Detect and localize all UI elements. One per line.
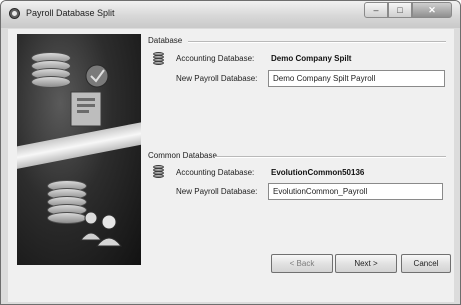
accounting-database-label: Accounting Database:: [176, 54, 255, 63]
common-section-divider: [215, 156, 446, 158]
database-section-divider: [188, 41, 446, 43]
cancel-button[interactable]: Cancel: [401, 254, 451, 273]
close-button[interactable]: ✕: [412, 2, 452, 18]
database-icon: [153, 52, 164, 67]
database-section-label: Database: [148, 36, 183, 45]
common-accounting-database-value: EvolutionCommon50136: [271, 168, 365, 177]
back-button[interactable]: < Back: [271, 254, 333, 273]
minimize-icon: –: [373, 5, 379, 15]
common-new-payroll-database-input[interactable]: [268, 183, 443, 200]
dialog-body: Database Accounting Database: Demo Compa…: [8, 29, 454, 302]
document-icon: [70, 64, 109, 127]
next-button[interactable]: Next >: [335, 254, 397, 273]
window-title: Payroll Database Split: [26, 8, 115, 18]
window-controls: – □ ✕: [364, 2, 452, 20]
app-icon: [9, 8, 20, 19]
users-icon: [80, 211, 123, 247]
maximize-icon: □: [397, 5, 403, 15]
common-database-icon-small: [153, 165, 164, 180]
common-database-section-label: Common Database: [148, 151, 217, 160]
maximize-button[interactable]: □: [388, 2, 412, 18]
dialog-window: Payroll Database Split – □ ✕ Database Ac…: [0, 0, 461, 305]
wizard-illustration: [17, 34, 141, 265]
common-new-payroll-database-label: New Payroll Database:: [176, 187, 258, 196]
new-payroll-database-label: New Payroll Database:: [176, 74, 258, 83]
minimize-button[interactable]: –: [364, 2, 388, 18]
close-icon: ✕: [428, 4, 436, 15]
common-accounting-database-label: Accounting Database:: [176, 168, 255, 177]
new-payroll-database-input[interactable]: [268, 70, 445, 87]
accounting-database-value: Demo Company Spilt: [271, 54, 352, 63]
title-bar[interactable]: Payroll Database Split – □ ✕: [1, 1, 460, 28]
